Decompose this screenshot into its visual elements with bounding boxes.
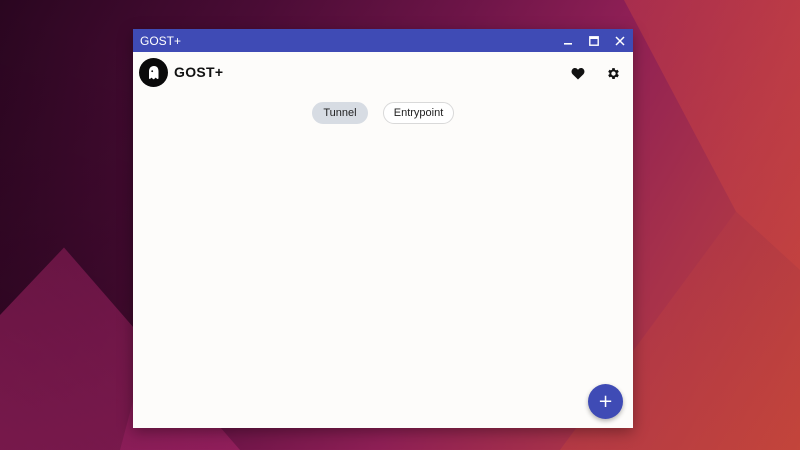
tab-tunnel[interactable]: Tunnel — [312, 102, 368, 124]
title-bar[interactable]: GOST+ — [133, 29, 633, 52]
maximize-icon — [589, 35, 599, 46]
tab-entrypoint[interactable]: Entrypoint — [383, 102, 454, 124]
add-button[interactable]: + — [588, 384, 623, 419]
favorites-button[interactable] — [570, 65, 586, 81]
window-title: GOST+ — [140, 33, 182, 48]
ghost-icon — [148, 65, 158, 79]
minimize-button[interactable] — [555, 29, 581, 52]
tab-bar: Tunnel Entrypoint — [133, 101, 633, 125]
tunnel-list-area — [133, 129, 633, 428]
app-window: GOST+ GOST+ Tunnel Entrypoint + — [133, 29, 633, 428]
app-name: GOST+ — [174, 64, 224, 80]
maximize-button[interactable] — [581, 29, 607, 52]
close-icon — [615, 35, 625, 46]
heart-icon — [571, 67, 585, 79]
settings-button[interactable] — [605, 65, 621, 81]
minimize-icon — [564, 42, 572, 45]
gear-icon — [607, 67, 619, 79]
add-icon: + — [597, 390, 614, 412]
close-button[interactable] — [607, 29, 633, 52]
app-header: GOST+ — [133, 52, 633, 94]
app-logo — [139, 58, 168, 87]
